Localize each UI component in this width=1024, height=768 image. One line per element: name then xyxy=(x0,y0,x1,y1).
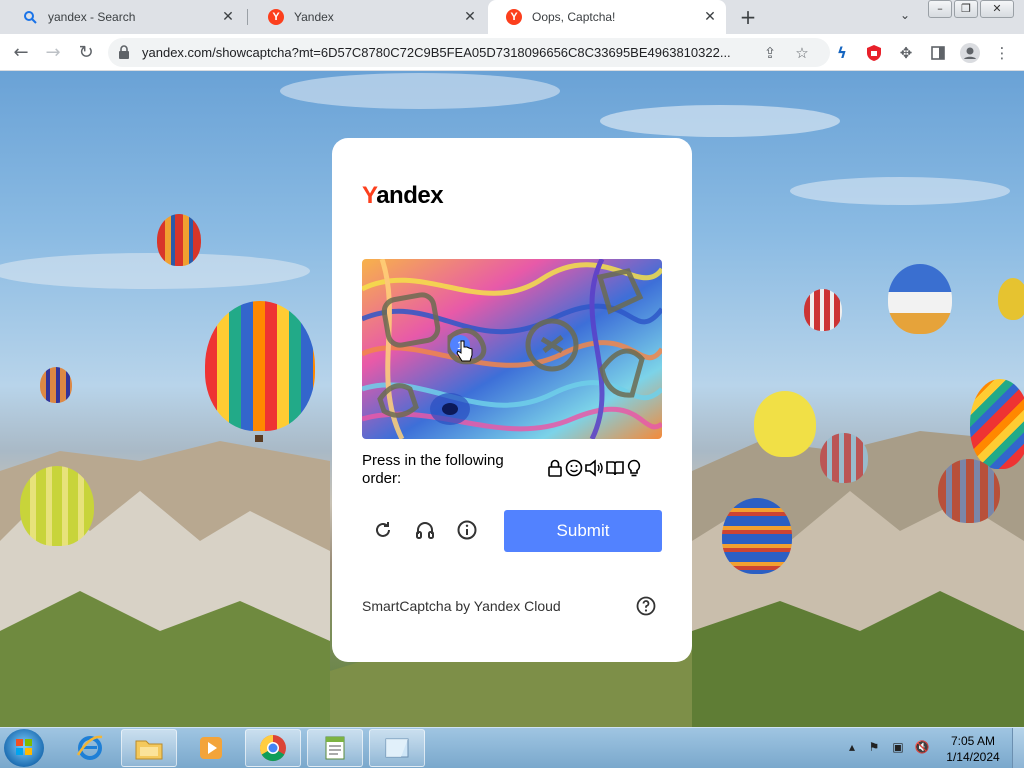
hot-air-balloon xyxy=(205,301,315,431)
minimize-button[interactable]: – xyxy=(928,0,952,18)
media-player-icon[interactable] xyxy=(183,729,239,767)
info-icon[interactable] xyxy=(455,518,479,542)
action-center-flag-icon[interactable]: ⚑ xyxy=(866,739,882,755)
chrome-icon[interactable] xyxy=(245,729,301,767)
speaker-icon xyxy=(585,459,603,477)
show-hidden-icons-icon[interactable]: ▴ xyxy=(844,739,860,755)
puzzle-piece-icon[interactable]: ✥ xyxy=(896,43,916,63)
close-tab-icon[interactable]: ✕ xyxy=(220,9,236,25)
search-icon xyxy=(22,9,38,25)
headphones-icon[interactable] xyxy=(413,518,437,542)
close-tab-icon[interactable]: ✕ xyxy=(702,9,718,25)
smiley-icon xyxy=(565,459,583,477)
window-icon[interactable] xyxy=(369,729,425,767)
file-explorer-icon[interactable] xyxy=(121,729,177,767)
tab-search-chevron-icon[interactable]: ⌄ xyxy=(895,8,915,26)
hot-air-balloon xyxy=(888,264,952,334)
tab-yandex[interactable]: Y Yandex ✕ xyxy=(250,0,486,34)
tab-divider xyxy=(247,9,248,25)
book-icon xyxy=(606,461,624,476)
hot-air-balloon xyxy=(970,379,1024,469)
captcha-order-icons xyxy=(546,459,642,477)
address-bar[interactable]: yandex.com/showcaptcha?mt=6D57C8780C72C9… xyxy=(108,38,830,67)
tab-oops-captcha[interactable]: Y Oops, Captcha! ✕ xyxy=(488,0,726,34)
yandex-logo: Yandex xyxy=(362,182,444,209)
notepad-icon[interactable] xyxy=(307,729,363,767)
hot-air-balloon xyxy=(754,391,816,457)
profile-avatar-icon[interactable] xyxy=(960,43,980,63)
volume-muted-icon[interactable]: 🔇 xyxy=(914,739,930,755)
lightbulb-icon xyxy=(627,459,641,477)
yandex-icon: Y xyxy=(506,9,522,25)
start-button[interactable] xyxy=(4,729,44,767)
clock-time: 7:05 AM xyxy=(950,734,996,748)
extension-blue-icon[interactable]: ϟ xyxy=(832,43,852,63)
help-icon[interactable] xyxy=(636,596,656,616)
hot-air-balloon xyxy=(40,367,72,403)
hot-air-balloon xyxy=(820,433,868,483)
menu-kebab-icon[interactable]: ⋮ xyxy=(992,43,1012,63)
captcha-card: Yandex 1 Press in the following order: S… xyxy=(332,138,692,662)
shield-extension-icon[interactable] xyxy=(864,43,884,63)
balloon-basket xyxy=(255,435,263,442)
page-background: Yandex 1 Press in the following order: S… xyxy=(0,71,1024,727)
back-arrow-icon[interactable]: ← xyxy=(8,40,34,66)
new-tab-button[interactable]: + xyxy=(736,5,760,29)
tab-title: Yandex xyxy=(294,10,334,24)
clock-date: 1/14/2024 xyxy=(946,750,1000,764)
hot-air-balloon xyxy=(998,278,1024,320)
tab-yandex-search[interactable]: yandex - Search ✕ xyxy=(4,0,244,34)
show-desktop-button[interactable] xyxy=(1012,728,1024,768)
captcha-instruction: Press in the following order: xyxy=(362,452,504,487)
bookmark-star-icon[interactable]: ☆ xyxy=(792,43,812,63)
hot-air-balloon xyxy=(722,498,792,574)
system-clock[interactable]: 7:05 AM 1/14/2024 xyxy=(940,733,1006,765)
captcha-image[interactable]: 1 xyxy=(362,259,662,439)
side-panel-icon[interactable] xyxy=(928,43,948,63)
restore-button[interactable]: ❐ xyxy=(954,0,978,18)
lock-icon xyxy=(118,45,130,59)
browser-toolbar: ← → ↻ yandex.com/showcaptcha?mt=6D57C878… xyxy=(0,34,1024,71)
hot-air-balloon xyxy=(804,289,842,331)
tab-title: yandex - Search xyxy=(48,10,136,24)
hot-air-balloon xyxy=(157,214,201,266)
windows-logo-icon xyxy=(16,739,32,755)
submit-button[interactable]: Submit xyxy=(504,510,662,552)
close-window-button[interactable]: ✕ xyxy=(980,0,1014,18)
share-icon[interactable]: ⇪ xyxy=(760,43,780,63)
hot-air-balloon xyxy=(20,466,94,546)
hot-air-balloon xyxy=(938,459,1000,523)
yandex-icon: Y xyxy=(268,9,284,25)
internet-explorer-icon[interactable] xyxy=(62,729,118,767)
tab-title: Oops, Captcha! xyxy=(532,10,616,24)
forward-arrow-icon[interactable]: → xyxy=(40,40,66,66)
refresh-icon[interactable] xyxy=(371,518,395,542)
windows-taskbar: ▴ ⚑ ▣ 🔇 7:05 AM 1/14/2024 xyxy=(0,727,1024,768)
url-text[interactable]: yandex.com/showcaptcha?mt=6D57C8780C72C9… xyxy=(142,45,754,60)
smartcaptcha-credit: SmartCaptcha by Yandex Cloud xyxy=(362,598,561,614)
close-tab-icon[interactable]: ✕ xyxy=(462,9,478,25)
lock-icon xyxy=(548,459,562,477)
reload-icon[interactable]: ↻ xyxy=(73,40,99,66)
tab-strip: yandex - Search ✕ Y Yandex ✕ Y Oops, Cap… xyxy=(0,0,1024,34)
network-icon[interactable]: ▣ xyxy=(890,739,906,755)
window-controls: – ❐ ✕ xyxy=(928,0,1016,18)
